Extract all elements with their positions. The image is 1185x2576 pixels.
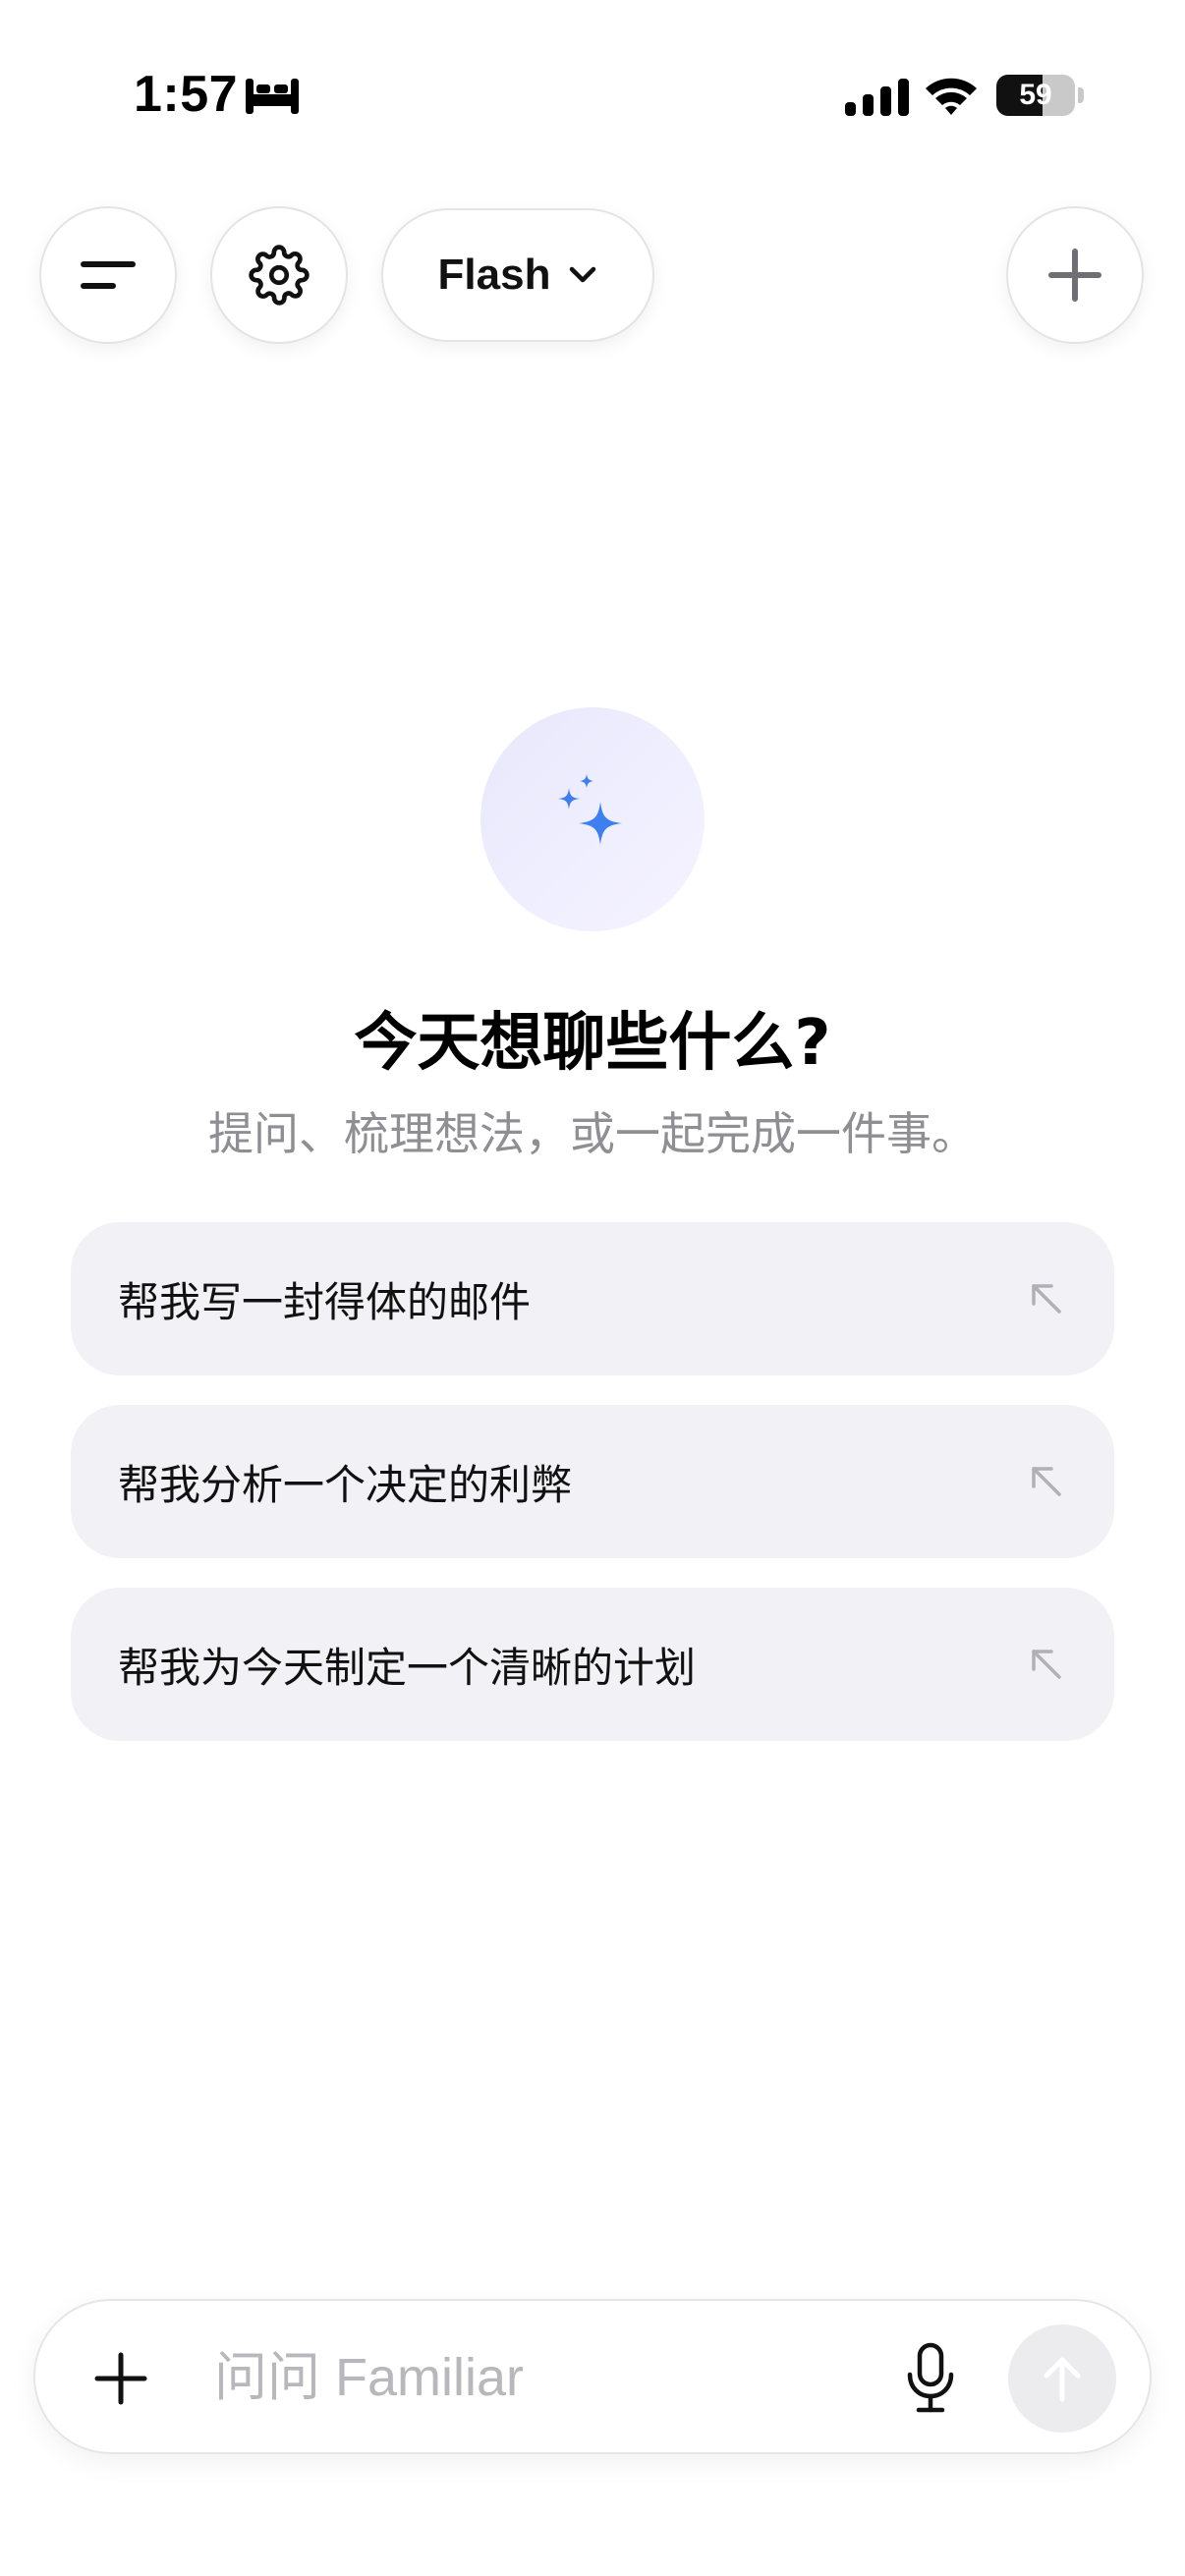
hero-subtitle: 提问、梳理想法，或一起完成一件事。 (208, 1107, 977, 1160)
suggestion-item[interactable]: 帮我为今天制定一个清晰的计划 (71, 1588, 1114, 1741)
battery-nub (1078, 87, 1084, 103)
suggestion-item[interactable]: 帮我写一封得体的邮件 (71, 1222, 1114, 1375)
battery-body: 59 (996, 75, 1075, 116)
suggestion-label: 帮我分析一个决定的利弊 (118, 1460, 573, 1509)
arrow-up-left-icon (1032, 1467, 1061, 1496)
settings-button[interactable] (210, 206, 348, 344)
arrow-up-icon (1044, 2357, 1081, 2402)
arrow-up-left-icon (1032, 1650, 1061, 1679)
chat-input[interactable] (214, 2330, 863, 2425)
suggestion-label: 帮我写一封得体的邮件 (118, 1277, 532, 1326)
sparkles-icon (558, 774, 622, 845)
plus-icon (1048, 249, 1101, 302)
battery-level: 59 (1019, 79, 1052, 111)
cellular-signal-icon (845, 79, 909, 116)
menu-lines-icon (81, 261, 136, 289)
arrow-up-left-icon (1032, 1284, 1061, 1314)
composer-bar (33, 2299, 1152, 2454)
wifi-icon (926, 78, 977, 115)
attach-button[interactable] (85, 2342, 157, 2415)
plus-icon (94, 2352, 147, 2405)
menu-button[interactable] (39, 206, 177, 344)
battery-icon: 59 (996, 75, 1085, 116)
status-bar: 1:57 59 (0, 0, 1185, 157)
bed-icon (246, 79, 299, 114)
suggestion-item[interactable]: 帮我分析一个决定的利弊 (71, 1405, 1114, 1558)
send-button[interactable] (1008, 2324, 1116, 2433)
new-chat-button[interactable] (1006, 206, 1144, 344)
microphone-icon (907, 2342, 954, 2413)
model-label: Flash (437, 251, 551, 299)
status-time: 1:57 (134, 66, 239, 123)
gear-icon (249, 245, 310, 306)
suggestion-label: 帮我为今天制定一个清晰的计划 (118, 1643, 697, 1692)
microphone-button[interactable] (886, 2334, 975, 2423)
chat-home-screen: 1:57 59 Flash 今天想聊些什么? 提问、梳理想法，或一起完成一件事。… (0, 0, 1185, 2576)
hero-badge (480, 707, 705, 931)
model-selector[interactable]: Flash (381, 208, 654, 342)
hero-title: 今天想聊些什么? (354, 1007, 831, 1080)
chevron-down-icon (570, 266, 596, 283)
